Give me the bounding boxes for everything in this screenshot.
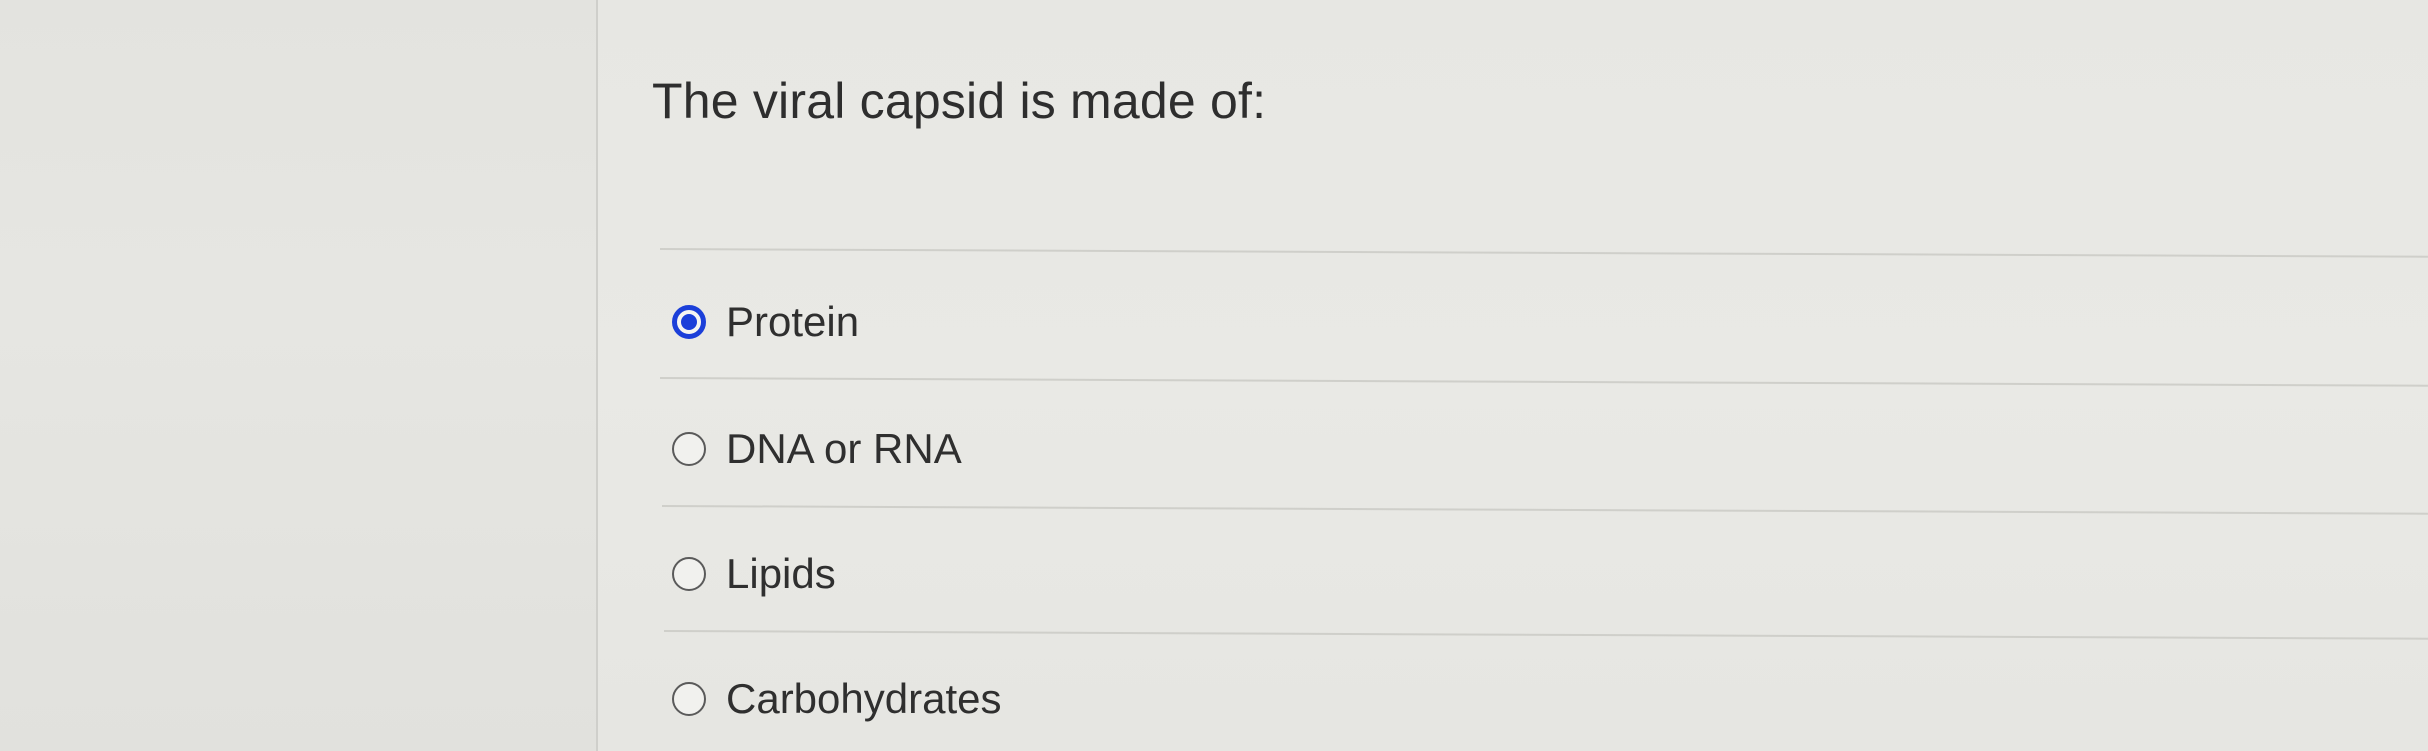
option-label: DNA or RNA xyxy=(726,425,962,472)
option-label: Protein xyxy=(726,298,860,345)
option-protein[interactable]: Protein xyxy=(672,298,859,346)
option-label: Carbohydrates xyxy=(726,675,1002,722)
radio-dot-icon xyxy=(681,314,697,330)
option-lipids[interactable]: Lipids xyxy=(672,550,836,598)
option-dna-or-rna[interactable]: DNA or RNA xyxy=(672,425,962,473)
radio-button-icon[interactable] xyxy=(672,557,706,591)
left-panel xyxy=(0,0,598,751)
radio-button-icon[interactable] xyxy=(672,432,706,466)
option-carbohydrates[interactable]: Carbohydrates xyxy=(672,675,1001,723)
radio-button-selected-icon[interactable] xyxy=(672,305,706,339)
question-title: The viral capsid is made of: xyxy=(652,73,1267,129)
option-label: Lipids xyxy=(726,550,836,597)
radio-button-icon[interactable] xyxy=(672,682,706,716)
